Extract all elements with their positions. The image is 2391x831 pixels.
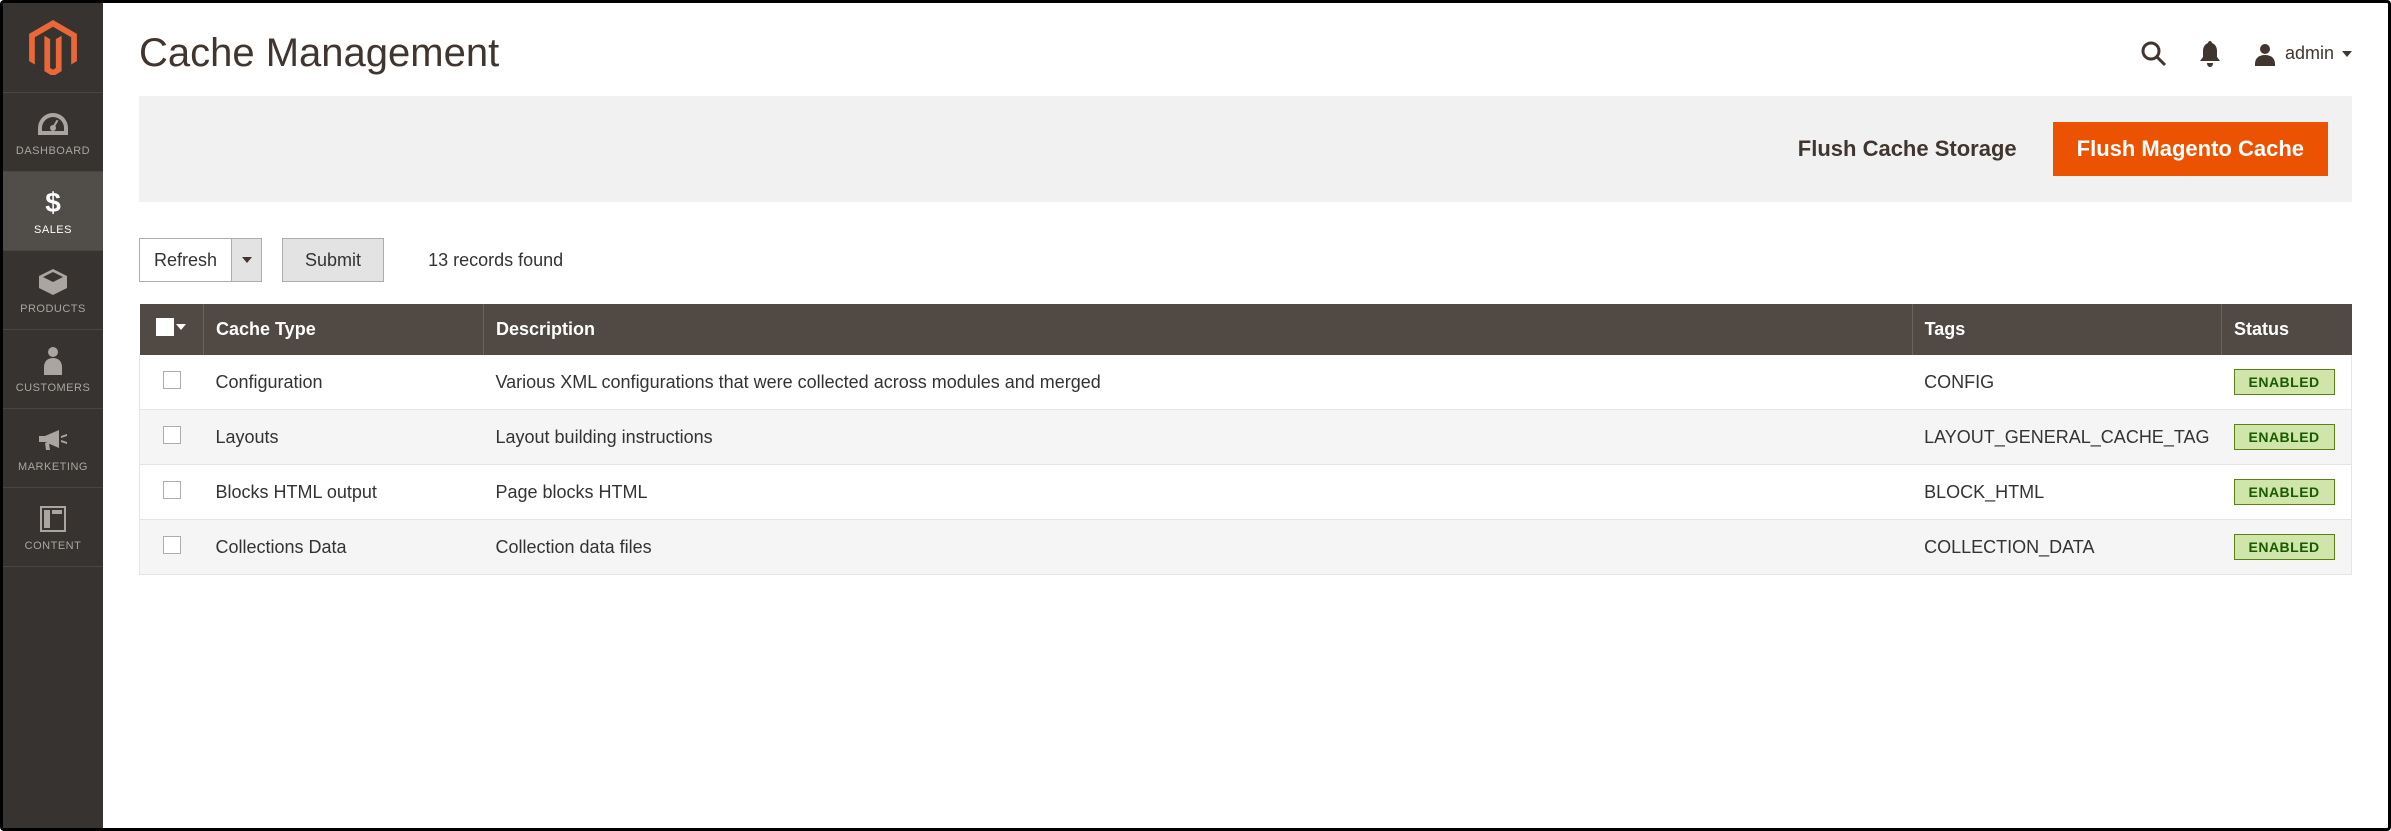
flush-magento-cache-button[interactable]: Flush Magento Cache xyxy=(2053,122,2328,176)
flush-cache-storage-button[interactable]: Flush Cache Storage xyxy=(1786,126,2029,172)
header-checkbox-cell[interactable] xyxy=(140,304,204,355)
search-button[interactable] xyxy=(2141,41,2167,67)
cell-cache-type: Layouts xyxy=(204,410,484,465)
magento-logo-icon xyxy=(29,20,77,75)
user-icon xyxy=(2253,42,2277,66)
cache-table: Cache Type Description Tags Status Confi… xyxy=(139,304,2352,575)
layout-icon xyxy=(40,504,66,534)
magento-logo[interactable] xyxy=(3,3,103,93)
mass-action-label: Refresh xyxy=(140,239,231,281)
cell-description: Page blocks HTML xyxy=(484,465,1913,520)
grid-toolbar: Refresh Submit 13 records found xyxy=(139,238,2352,282)
page-header: Cache Management admin xyxy=(139,3,2352,96)
select-all-checkbox[interactable] xyxy=(156,318,174,336)
mass-action-select[interactable]: Refresh xyxy=(139,238,262,282)
nav-sales[interactable]: $ SALES xyxy=(3,172,103,251)
nav-customers[interactable]: CUSTOMERS xyxy=(3,330,103,409)
notifications-button[interactable] xyxy=(2199,41,2221,67)
bell-icon xyxy=(2199,41,2221,67)
nav-label: CONTENT xyxy=(25,540,82,552)
chevron-down-icon xyxy=(176,324,186,330)
gauge-icon xyxy=(38,109,68,139)
nav-marketing[interactable]: MARKETING xyxy=(3,409,103,488)
search-icon xyxy=(2141,41,2167,67)
nav-label: CUSTOMERS xyxy=(16,382,91,394)
status-badge: ENABLED xyxy=(2234,479,2335,505)
header-tags[interactable]: Tags xyxy=(1912,304,2221,355)
action-bar: Flush Cache Storage Flush Magento Cache xyxy=(139,96,2352,202)
nav-label: PRODUCTS xyxy=(20,303,86,315)
cell-cache-type: Blocks HTML output xyxy=(204,465,484,520)
cell-tags: BLOCK_HTML xyxy=(1912,465,2221,520)
cell-cache-type: Collections Data xyxy=(204,520,484,575)
header-tools: admin xyxy=(2141,41,2352,67)
person-icon xyxy=(44,346,62,376)
nav-label: DASHBOARD xyxy=(16,145,90,157)
table-row[interactable]: ConfigurationVarious XML configurations … xyxy=(140,355,2352,410)
box-icon xyxy=(39,267,67,297)
header-cache-type[interactable]: Cache Type xyxy=(204,304,484,355)
admin-user-menu[interactable]: admin xyxy=(2253,42,2352,66)
cell-description: Collection data files xyxy=(484,520,1913,575)
main-content: Cache Management admin Flush Cache Stora… xyxy=(103,3,2388,828)
cell-tags: CONFIG xyxy=(1912,355,2221,410)
cell-tags: COLLECTION_DATA xyxy=(1912,520,2221,575)
submit-button[interactable]: Submit xyxy=(282,238,384,282)
mass-action-toggle[interactable] xyxy=(231,239,261,281)
page-title: Cache Management xyxy=(139,31,499,76)
megaphone-icon xyxy=(39,425,67,455)
row-checkbox[interactable] xyxy=(163,536,181,554)
status-badge: ENABLED xyxy=(2234,424,2335,450)
table-row[interactable]: LayoutsLayout building instructionsLAYOU… xyxy=(140,410,2352,465)
row-checkbox[interactable] xyxy=(163,426,181,444)
nav-content[interactable]: CONTENT xyxy=(3,488,103,567)
row-checkbox[interactable] xyxy=(163,371,181,389)
cell-description: Layout building instructions xyxy=(484,410,1913,465)
cell-description: Various XML configurations that were col… xyxy=(484,355,1913,410)
table-header-row: Cache Type Description Tags Status xyxy=(140,304,2352,355)
nav-products[interactable]: PRODUCTS xyxy=(3,251,103,330)
chevron-down-icon xyxy=(2342,51,2352,57)
admin-user-label: admin xyxy=(2285,43,2334,64)
svg-text:$: $ xyxy=(45,188,61,218)
row-checkbox[interactable] xyxy=(163,481,181,499)
table-row[interactable]: Blocks HTML outputPage blocks HTMLBLOCK_… xyxy=(140,465,2352,520)
status-badge: ENABLED xyxy=(2234,369,2335,395)
header-status[interactable]: Status xyxy=(2222,304,2352,355)
status-badge: ENABLED xyxy=(2234,534,2335,560)
cell-tags: LAYOUT_GENERAL_CACHE_TAG xyxy=(1912,410,2221,465)
nav-label: MARKETING xyxy=(18,461,88,473)
header-description[interactable]: Description xyxy=(484,304,1913,355)
nav-dashboard[interactable]: DASHBOARD xyxy=(3,93,103,172)
table-row[interactable]: Collections DataCollection data filesCOL… xyxy=(140,520,2352,575)
dollar-icon: $ xyxy=(44,188,62,218)
sidebar: DASHBOARD $ SALES PRODUCTS CUSTOMERS MAR… xyxy=(3,3,103,828)
nav-label: SALES xyxy=(34,224,72,236)
records-count: 13 records found xyxy=(428,250,563,271)
chevron-down-icon xyxy=(242,257,252,263)
cell-cache-type: Configuration xyxy=(204,355,484,410)
